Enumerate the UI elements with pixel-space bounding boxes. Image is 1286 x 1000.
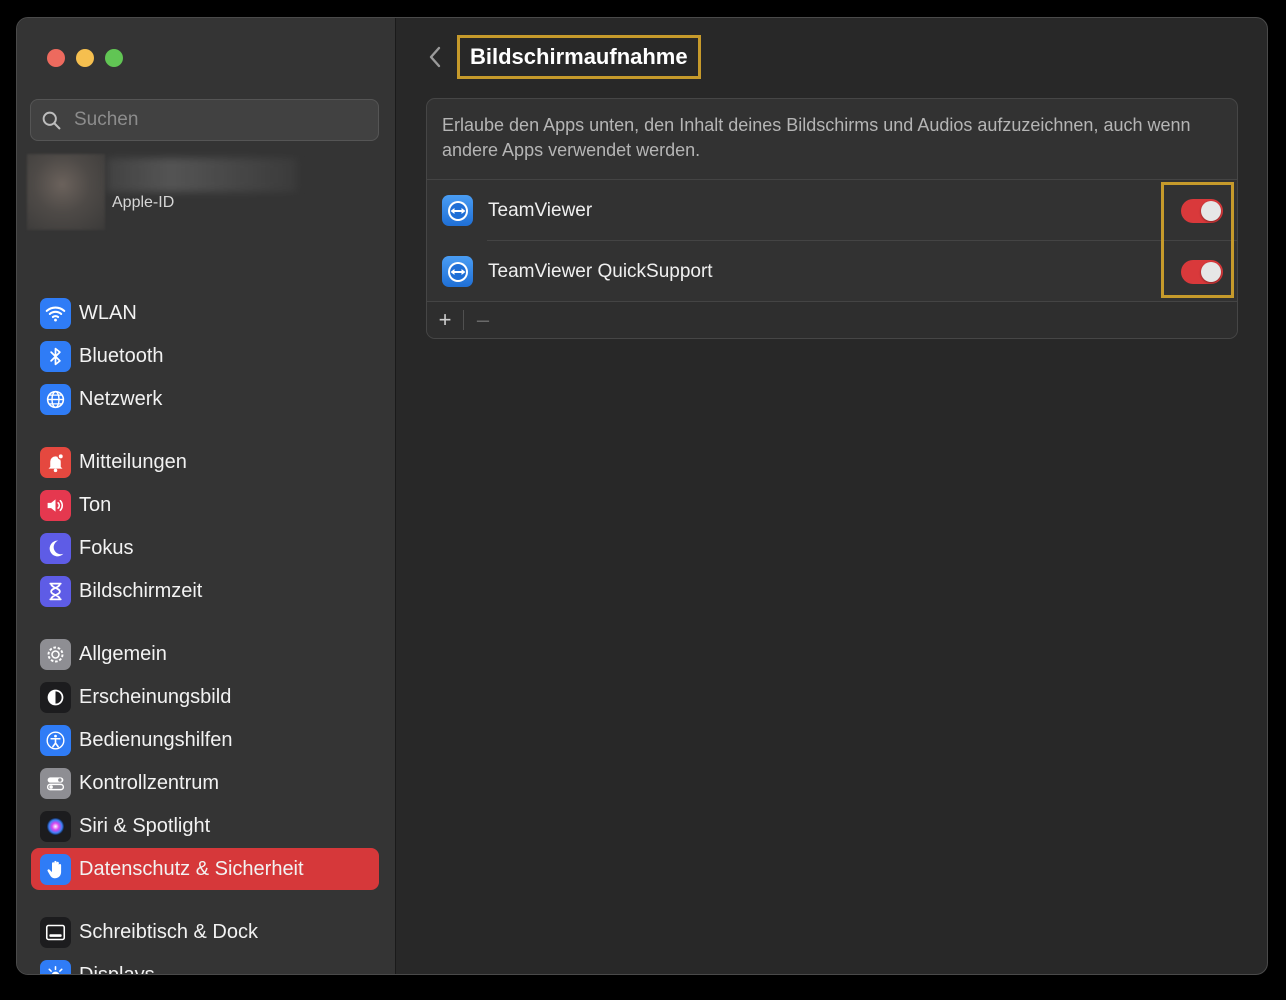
page-title: Bildschirmaufnahme — [470, 44, 688, 69]
divider — [463, 310, 464, 330]
chevron-left-icon — [429, 46, 441, 68]
minimize-button[interactable] — [76, 49, 94, 67]
sidebar: Apple-ID WLAN Bluetooth Netzwerk — [17, 18, 396, 974]
app-row-teamviewer: TeamViewer — [427, 180, 1237, 241]
sidebar-item-label: Siri & Spotlight — [79, 814, 211, 837]
list-footer: + – — [427, 301, 1237, 338]
sidebar-item-label: Ton — [79, 493, 112, 516]
add-app-button[interactable]: + — [427, 302, 463, 338]
hand-icon — [40, 853, 71, 885]
moon-icon — [40, 532, 71, 564]
sidebar-item-displays[interactable]: Displays — [31, 954, 379, 974]
sidebar-item-label: Bluetooth — [79, 344, 164, 367]
permission-description: Erlaube den Apps unten, den Inhalt deine… — [442, 115, 1191, 160]
sidebar-item-mitteilungen[interactable]: Mitteilungen — [31, 441, 379, 483]
sidebar-item-bedienungshilfen[interactable]: Bedienungshilfen — [31, 719, 379, 761]
sidebar-item-label: Fokus — [79, 536, 134, 559]
control-center-icon — [40, 767, 71, 799]
sidebar-item-datenschutz-sicherheit[interactable]: Datenschutz & Sicherheit — [31, 848, 379, 890]
close-button[interactable] — [47, 49, 65, 67]
sidebar-item-label: Datenschutz & Sicherheit — [79, 857, 304, 880]
sidebar-item-bildschirmzeit[interactable]: Bildschirmzeit — [31, 570, 379, 612]
main-content: Bildschirmaufnahme Erlaube den Apps unte… — [395, 18, 1267, 974]
toggle-knob — [1201, 200, 1221, 221]
teamviewer-app-icon — [442, 195, 473, 226]
sidebar-item-schreibtisch-dock[interactable]: Schreibtisch & Dock — [31, 911, 379, 953]
bell-icon — [40, 446, 71, 478]
toggle-knob — [1201, 261, 1221, 282]
search-field[interactable] — [30, 99, 379, 141]
screen-recording-panel: Erlaube den Apps unten, den Inhalt deine… — [426, 98, 1238, 339]
settings-window: Apple-ID WLAN Bluetooth Netzwerk — [16, 17, 1268, 975]
search-input[interactable] — [72, 108, 356, 132]
sidebar-item-label: Displays — [79, 964, 155, 975]
account-name-redacted — [107, 158, 297, 192]
account-subtitle: Apple-ID — [112, 194, 175, 211]
sidebar-item-ton[interactable]: Ton — [31, 484, 379, 526]
sidebar-item-wlan[interactable]: WLAN — [31, 292, 379, 334]
back-button[interactable] — [425, 44, 445, 70]
sidebar-item-kontrollzentrum[interactable]: Kontrollzentrum — [31, 762, 379, 804]
wifi-icon — [40, 297, 71, 329]
sidebar-item-label: Bildschirmzeit — [79, 579, 203, 602]
sidebar-item-erscheinungsbild[interactable]: Erscheinungsbild — [31, 676, 379, 718]
globe-icon — [40, 383, 71, 415]
app-name: TeamViewer QuickSupport — [488, 260, 713, 282]
appearance-icon — [40, 681, 71, 713]
sidebar-item-label: Kontrollzentrum — [79, 771, 220, 794]
bluetooth-icon — [40, 340, 71, 372]
sidebar-item-label: Erscheinungsbild — [79, 685, 232, 708]
sidebar-item-label: Bedienungshilfen — [79, 728, 233, 751]
sidebar-item-label: Allgemein — [79, 642, 167, 665]
apple-id-account[interactable]: Apple-ID — [27, 154, 307, 230]
sidebar-item-label: Schreibtisch & Dock — [79, 920, 258, 943]
sidebar-item-bluetooth[interactable]: Bluetooth — [31, 335, 379, 377]
avatar — [27, 154, 105, 230]
accessibility-icon — [40, 724, 71, 756]
teamviewer-quicksupport-app-icon — [442, 256, 473, 287]
sidebar-item-label: Netzwerk — [79, 387, 163, 410]
teamviewer-quicksupport-toggle[interactable] — [1181, 259, 1223, 284]
page-title-highlight: Bildschirmaufnahme — [457, 35, 701, 79]
sidebar-item-label: WLAN — [79, 301, 137, 324]
remove-app-button[interactable]: – — [465, 302, 501, 338]
dock-icon — [40, 916, 71, 948]
sidebar-item-netzwerk[interactable]: Netzwerk — [31, 378, 379, 420]
sidebar-item-label: Mitteilungen — [79, 450, 187, 473]
sidebar-item-allgemein[interactable]: Allgemein — [31, 633, 379, 675]
sidebar-item-fokus[interactable]: Fokus — [31, 527, 379, 569]
window-controls — [47, 49, 123, 67]
sidebar-item-siri-spotlight[interactable]: Siri & Spotlight — [31, 805, 379, 847]
siri-icon — [40, 810, 71, 842]
app-name: TeamViewer — [488, 199, 593, 221]
teamviewer-toggle[interactable] — [1181, 198, 1223, 223]
gear-icon — [40, 638, 71, 670]
sun-icon — [40, 959, 71, 974]
speaker-icon — [40, 489, 71, 521]
app-row-teamviewer-quicksupport: TeamViewer QuickSupport — [427, 241, 1237, 302]
search-icon — [42, 111, 61, 129]
zoom-button[interactable] — [105, 49, 123, 67]
hourglass-icon — [40, 575, 71, 607]
